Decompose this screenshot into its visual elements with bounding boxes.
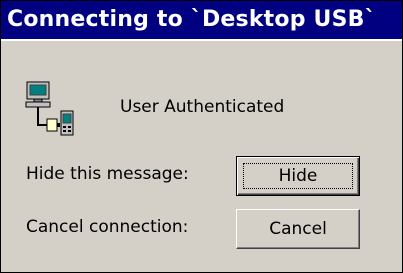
status-message: User Authenticated <box>120 97 285 117</box>
hide-button[interactable]: Hide <box>236 156 360 196</box>
cancel-button-label: Cancel <box>269 219 327 239</box>
title-separator <box>1 39 402 41</box>
focus-rectangle <box>243 163 353 189</box>
cancel-connection-label: Cancel connection: <box>26 217 189 237</box>
connection-authenticated-icon <box>23 81 75 137</box>
hide-message-label: Hide this message: <box>26 164 189 184</box>
dialog-title: Connecting to `Desktop USB` <box>1 1 402 39</box>
connection-dialog: Connecting to `Desktop USB` User Authent… <box>0 0 403 273</box>
cancel-button[interactable]: Cancel <box>236 209 360 249</box>
